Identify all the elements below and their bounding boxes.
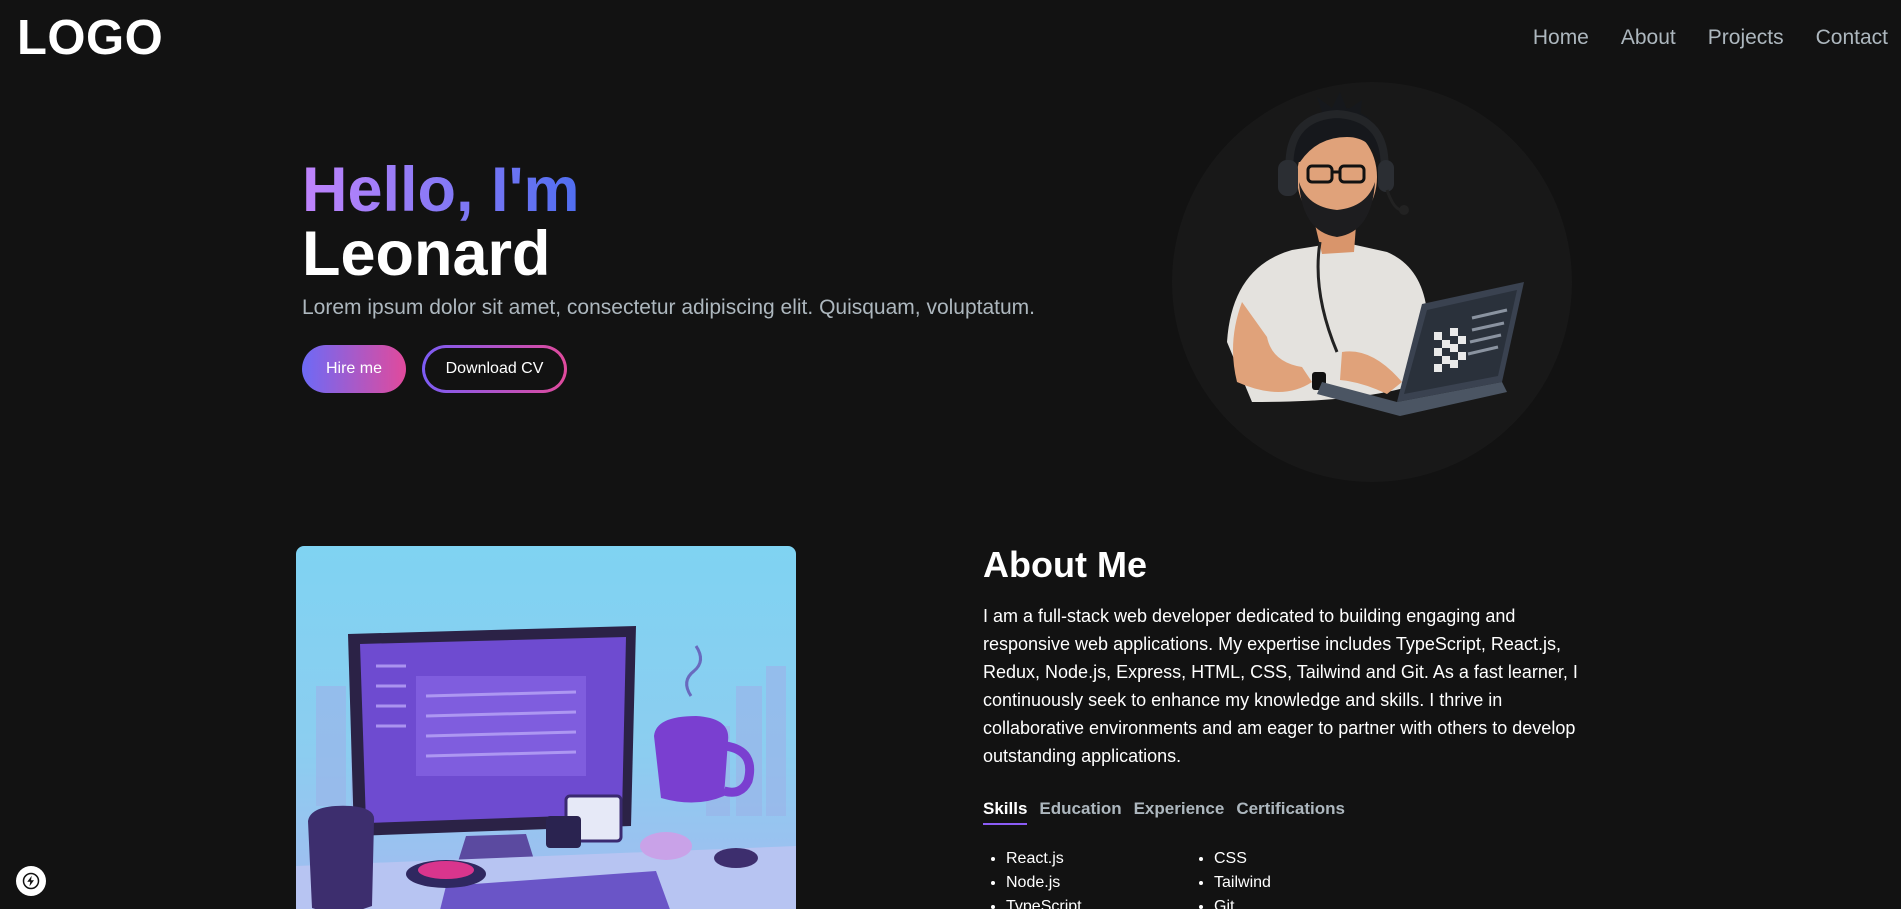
hero-heading: Hello, I'm Leonard xyxy=(302,158,1035,286)
nav-link-home[interactable]: Home xyxy=(1533,26,1589,50)
tab-certifications[interactable]: Certifications xyxy=(1236,799,1345,825)
skill-item: TypeScript xyxy=(1006,895,1199,909)
nav-link-contact[interactable]: Contact xyxy=(1816,26,1888,50)
hero-section: Hello, I'm Leonard Lorem ipsum dolor sit… xyxy=(302,158,1035,393)
lightning-bolt-icon[interactable] xyxy=(16,866,46,896)
skill-item: Git xyxy=(1214,895,1407,909)
bolt-glyph xyxy=(22,872,40,890)
about-title: About Me xyxy=(983,544,1147,585)
skills-list: React.js Node.js TypeScript CSS Tailwind… xyxy=(983,847,1583,909)
hero-greeting: Hello, I'm xyxy=(302,155,580,225)
developer-avatar-illustration xyxy=(1227,92,1524,416)
nav-links: Home About Projects Contact xyxy=(1533,26,1888,50)
about-section: About Me I am a full-stack web developer… xyxy=(983,544,1583,909)
tab-experience[interactable]: Experience xyxy=(1134,799,1225,825)
tab-skills[interactable]: Skills xyxy=(983,799,1028,825)
hero-name: Leonard xyxy=(302,219,551,289)
skill-item: Node.js xyxy=(1006,871,1199,895)
skill-item: CSS xyxy=(1214,847,1407,871)
about-illustration xyxy=(296,546,796,909)
hero-avatar xyxy=(1172,82,1572,482)
about-tabs: Skills Education Experience Certificatio… xyxy=(983,799,1583,825)
skills-column-1: React.js Node.js TypeScript xyxy=(991,847,1199,909)
nav-link-about[interactable]: About xyxy=(1621,26,1676,50)
navbar: LOGO Home About Projects Contact xyxy=(0,0,1901,78)
logo[interactable]: LOGO xyxy=(17,10,163,66)
hero-buttons: Hire me Download CV xyxy=(302,345,1035,393)
download-cv-button[interactable]: Download CV xyxy=(422,345,567,393)
nav-link-projects[interactable]: Projects xyxy=(1708,26,1784,50)
skills-column-2: CSS Tailwind Git xyxy=(1199,847,1407,909)
about-body: I am a full-stack web developer dedicate… xyxy=(983,606,1578,766)
tab-education[interactable]: Education xyxy=(1039,799,1121,825)
hero-description: Lorem ipsum dolor sit amet, consectetur … xyxy=(302,296,1036,319)
download-cv-label: Download CV xyxy=(425,348,564,390)
skill-item: React.js xyxy=(1006,847,1199,871)
skill-item: Tailwind xyxy=(1214,871,1407,895)
desk-setup-illustration xyxy=(296,626,796,909)
hire-me-button[interactable]: Hire me xyxy=(302,345,406,393)
